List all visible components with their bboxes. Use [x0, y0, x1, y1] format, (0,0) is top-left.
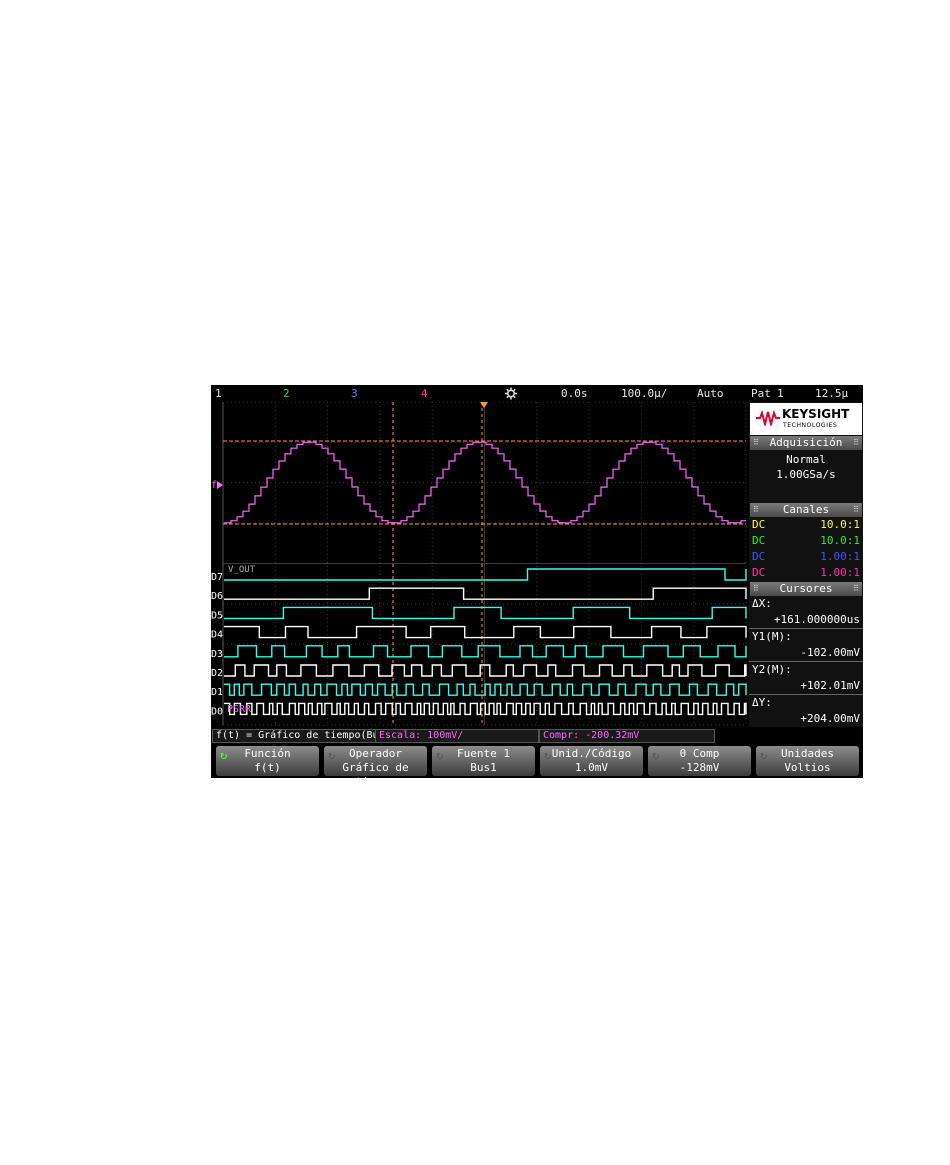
psrr-label: PSRR	[227, 704, 252, 715]
operator-softkey[interactable]: ↻ Operador Gráfico de tiempo	[324, 746, 427, 788]
digital-trace	[224, 683, 747, 696]
channel-4-indicator[interactable]: 4	[421, 385, 428, 402]
rotate-knob-icon: ↻	[652, 748, 660, 762]
function-expression: f(t) = Gráfico de tiempo(Bus1)	[212, 729, 397, 743]
rotate-knob-icon: ↻	[544, 748, 552, 762]
cursors-header[interactable]: ⠿ Cursores ⠿	[750, 582, 862, 596]
cursors-list: ΔX: +161.000000us Y1(M): -102.00mV Y2(M)…	[749, 596, 863, 727]
digital-channel-label: D7	[211, 572, 223, 583]
channel-row: DC 10.0:1	[752, 534, 860, 547]
digital-channel-label: D0	[211, 706, 223, 717]
info-side-panel: KEYSIGHT TECHNOLOGIES ⠿ Adquisición ⠿ Norm…	[749, 402, 863, 727]
function-softkey[interactable]: ↻ Función f(t)	[216, 746, 319, 776]
waveform-area[interactable]: D7 D6 D5 D4 D3 D2 D1 D0 V_OUT PSRR f	[211, 402, 748, 727]
channel-row: DC 10.0:1	[752, 518, 860, 531]
math-marker-arrow-icon	[217, 481, 223, 489]
cursor-value: +161.000000us	[749, 612, 863, 629]
cursor-value: +204.00mV	[800, 712, 860, 725]
source-softkey[interactable]: ↻ Fuente 1 Bus1	[432, 746, 535, 776]
offset-softkey[interactable]: ↻ 0 Comp -128mV	[648, 746, 751, 776]
pattern-value: 1	[777, 387, 784, 400]
cursor-value: +102.01mV	[749, 678, 863, 695]
brand-name: KEYSIGHT	[782, 407, 850, 421]
channel-row: DC 1.00:1	[752, 550, 860, 563]
rotate-knob-icon: ↻	[328, 748, 336, 762]
math-ground-marker: f	[211, 480, 217, 491]
keysight-wave-icon	[756, 410, 780, 426]
digital-channel-label: D4	[211, 630, 223, 641]
time-delay[interactable]: 0.0s	[561, 385, 588, 402]
digital-channel-label: D3	[211, 649, 223, 660]
trigger-level: 12.5µ	[815, 387, 849, 400]
digital-channel-label: D5	[211, 610, 223, 621]
acquisition-header[interactable]: ⠿ Adquisición ⠿	[750, 436, 862, 450]
scale-readout: Escala: 100mV/	[375, 729, 539, 743]
acquisition-mode: Normal	[786, 453, 826, 466]
channels-header[interactable]: ⠿ Canales ⠿	[750, 503, 862, 517]
channel-row: DC 1.00:1	[752, 566, 860, 579]
units-softkey[interactable]: ↻ Unidades Voltios	[756, 746, 859, 776]
trigger-marker-icon	[480, 402, 488, 408]
channel-1-indicator[interactable]: 1	[215, 385, 222, 402]
rotate-knob-icon: ↻	[436, 748, 444, 762]
digital-channel-label: D6	[211, 591, 223, 602]
offset-readout: Compr: -200.32mV	[539, 729, 715, 743]
cursor-label: Y1(M):	[752, 630, 792, 643]
channel-2-indicator[interactable]: 2	[283, 385, 290, 402]
channel-3-indicator[interactable]: 3	[351, 385, 358, 402]
oscilloscope-display: 1 2 3 4 0.0s 100.0µ/ Auto Pat 1 12.5µ D7…	[211, 385, 863, 788]
cursor-value: -102.00mV	[749, 645, 863, 662]
function-status-bar: f(t) = Gráfico de tiempo(Bus1) Escala: 1…	[211, 727, 863, 743]
sample-rate: 1.00GSa/s	[776, 468, 836, 481]
rotate-knob-icon: ↻	[760, 748, 768, 762]
softkey-bar: ↻ Función f(t) ↻ Operador Gráfico de tiemp…	[211, 744, 863, 788]
brand-sub: TECHNOLOGIES	[783, 422, 838, 429]
digital-channel-label: D2	[211, 668, 223, 679]
keysight-logo: KEYSIGHT TECHNOLOGIES	[750, 403, 862, 435]
trigger-mode[interactable]: Auto	[697, 385, 724, 402]
units-code-softkey[interactable]: ↻ Unid./Código 1.0mV	[540, 746, 643, 776]
time-base[interactable]: 100.0µ/	[621, 385, 667, 402]
top-status-bar: 1 2 3 4 0.0s 100.0µ/ Auto Pat 1 12.5µ	[211, 385, 863, 402]
digital-trace	[224, 702, 747, 716]
cursor-label: ΔY:	[752, 696, 772, 709]
rotate-knob-icon: ↻	[220, 748, 228, 762]
digital-channel-label: D1	[211, 687, 223, 698]
channels-list: DC 10.0:1 DC 10.0:1 DC 1.00:1 DC 1.00:1	[749, 517, 863, 581]
acquisition-info: Normal 1.00GSa/s	[749, 450, 863, 502]
pattern-label: Pat	[751, 387, 771, 400]
bus-label: V_OUT	[228, 565, 256, 575]
cursor-label: ΔX:	[752, 597, 772, 610]
cursor-label: Y2(M):	[752, 663, 792, 676]
